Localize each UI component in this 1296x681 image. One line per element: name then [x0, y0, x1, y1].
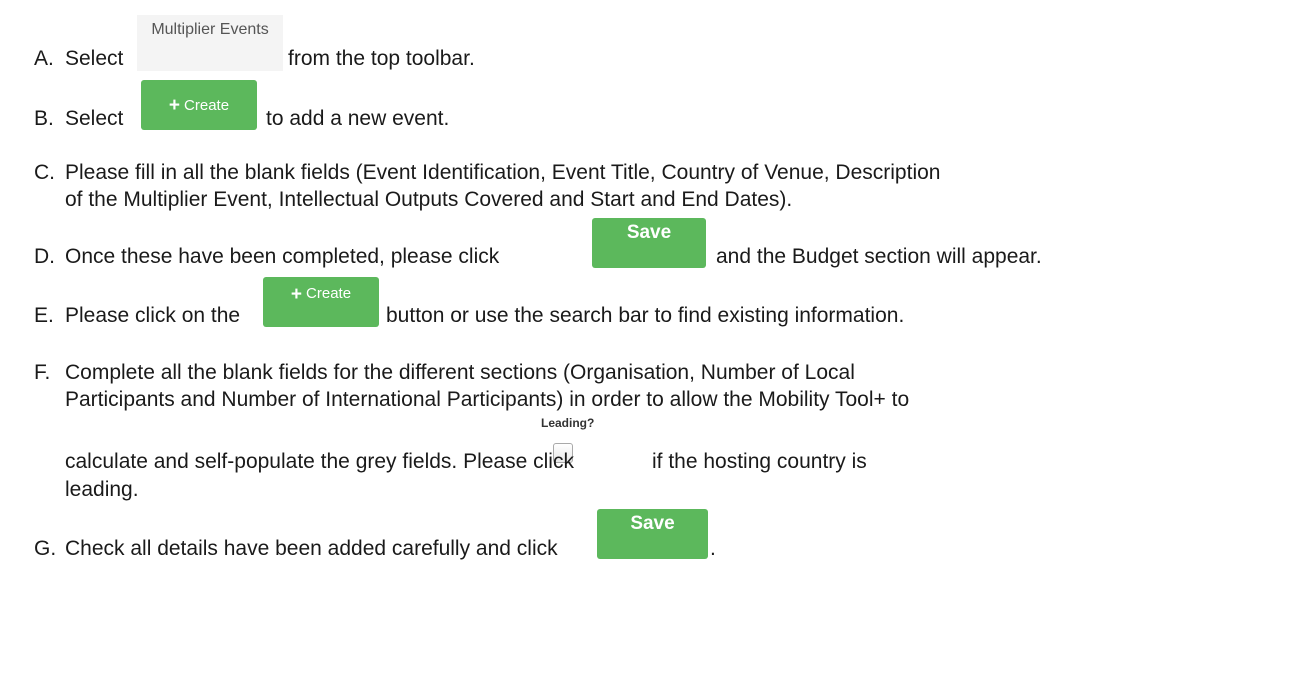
create-button-image: + Create [141, 80, 257, 130]
save-button-label-2: Save [630, 513, 675, 534]
step-e-text-after: button or use the search bar to find exi… [386, 304, 905, 327]
step-d-marker: D. [34, 245, 55, 268]
multiplier-events-tab-image: Multiplier Events [137, 15, 283, 71]
step-a-text-after: from the top toolbar. [288, 47, 475, 70]
step-b-marker: B. [34, 107, 54, 130]
save-button-image-2: Save [597, 509, 708, 559]
step-a-text-before: Select [65, 47, 124, 70]
leading-label: Leading? [541, 416, 595, 430]
step-e-text-before: Please click on the [65, 304, 241, 327]
step-f-marker: F. [34, 361, 51, 384]
step-f-line-3-before: calculate and self-populate the grey fie… [65, 450, 574, 473]
save-button-label: Save [626, 222, 672, 243]
step-d-text-after: and the Budget section will appear. [716, 245, 1042, 268]
step-a-marker: A. [34, 47, 54, 70]
step-g-marker: G. [34, 537, 57, 560]
create-button-label: Create [184, 96, 230, 114]
plus-icon: + [290, 284, 303, 305]
multiplier-events-tab-label: Multiplier Events [151, 21, 269, 38]
step-e-marker: E. [34, 304, 54, 327]
step-b-text-before: Select [65, 107, 124, 130]
step-c-marker: C. [34, 161, 55, 184]
step-c-line-2: of the Multiplier Event, Intellectual Ou… [65, 188, 793, 211]
create-button-label-2: Create [306, 285, 352, 302]
step-c-line-1: Please fill in all the blank fields (Eve… [65, 161, 941, 184]
plus-icon: + [168, 94, 181, 116]
step-f-line-4: leading. [65, 478, 139, 501]
save-button-image: Save [592, 218, 706, 268]
step-f-line-3-after: if the hosting country is [652, 450, 867, 473]
create-button-image-2: + Create [263, 277, 379, 327]
step-g-text-before: Check all details have been added carefu… [65, 537, 558, 560]
step-d-text-before: Once these have been completed, please c… [65, 245, 500, 268]
step-f-line-1: Complete all the blank fields for the di… [65, 361, 855, 384]
step-f-line-2: Participants and Number of International… [65, 388, 910, 411]
step-b-text-after: to add a new event. [266, 107, 450, 130]
step-g-text-after: . [710, 537, 716, 560]
